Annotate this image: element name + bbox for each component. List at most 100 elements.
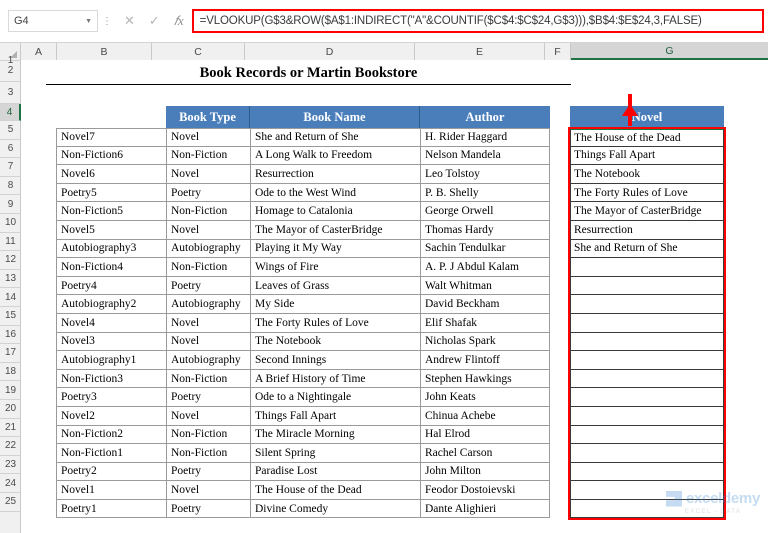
cell-author[interactable]: Andrew Flintoff [420,351,550,370]
cell-book-name[interactable]: The House of the Dead [250,481,420,500]
table-row[interactable]: Novel7 Novel She and Return of She H. Rider… [56,128,550,147]
row-header-14[interactable]: 14 [0,288,21,307]
result-cell[interactable] [570,499,724,519]
table-row[interactable]: Poetry4 Poetry Leaves of Grass Walt Whitman [56,276,550,296]
cell-book-key[interactable]: Novel3 [56,332,166,352]
table-row[interactable]: Poetry1 Poetry Divine Comedy Dante Alighier… [56,499,550,519]
cell-author[interactable]: Leo Tolstoy [420,165,550,184]
result-cell[interactable] [570,425,724,445]
column-header-d[interactable]: D [245,43,415,60]
cell-book-name[interactable]: Leaves of Grass [250,276,420,296]
row-header-20[interactable]: 20 [0,400,21,419]
cell-book-key[interactable]: Non-Fiction3 [56,369,166,389]
cell-book-name[interactable]: She and Return of She [250,128,420,147]
cell-author[interactable]: Rachel Carson [420,444,550,463]
cell-book-name[interactable]: Silent Spring [250,444,420,463]
cell-book-key[interactable]: Novel7 [56,128,166,147]
result-cell[interactable] [570,481,724,500]
cell-author[interactable]: Chinua Achebe [420,406,550,426]
result-cell[interactable] [570,369,724,389]
cell-book-type[interactable]: Autobiography [166,351,250,370]
cell-book-type[interactable]: Non-Fiction [166,202,250,221]
table-row[interactable]: Non-Fiction5 Non-Fiction Homage to Catalon… [56,202,550,221]
more-options-icon[interactable]: ⋮ [100,16,114,26]
cell-book-type[interactable]: Non-Fiction [166,258,250,277]
row-header-19[interactable]: 19 [0,381,21,400]
cell-book-name[interactable]: The Mayor of CasterBridge [250,220,420,240]
cell-book-key[interactable]: Poetry1 [56,499,166,519]
cell-book-type[interactable]: Non-Fiction [166,444,250,463]
result-cell[interactable]: The Mayor of CasterBridge [570,202,724,221]
result-cell[interactable] [570,276,724,296]
cell-book-type[interactable]: Non-Fiction [166,425,250,445]
formula-input[interactable]: =VLOOKUP(G$3&ROW($A$1:INDIRECT("A"&COUNT… [191,9,764,33]
result-cell[interactable]: She and Return of She [570,239,724,259]
cell-book-key[interactable]: Non-Fiction1 [56,444,166,463]
result-cell[interactable] [570,351,724,370]
check-icon[interactable]: ✓ [149,13,160,29]
row-header-9[interactable]: 9 [0,195,21,214]
table-row[interactable]: Autobiography3 Autobiography Playing it My… [56,239,550,259]
cell-book-name[interactable]: Resurrection [250,165,420,184]
row-header-5[interactable]: 5 [0,121,21,140]
cell-book-type[interactable]: Poetry [166,276,250,296]
table-row[interactable]: Non-Fiction3 Non-Fiction A Brief History o… [56,369,550,389]
row-header-8[interactable]: 8 [0,177,21,196]
cell-book-key[interactable]: Novel6 [56,165,166,184]
table-row[interactable]: Novel2 Novel Things Fall Apart Chinua Acheb… [56,406,550,426]
cell-book-name[interactable]: The Notebook [250,332,420,352]
chevron-down-icon[interactable]: ▼ [85,18,92,25]
result-cell[interactable] [570,295,724,314]
cell-book-type[interactable]: Novel [166,313,250,333]
cell-book-key[interactable]: Poetry4 [56,276,166,296]
cell-book-type[interactable]: Autobiography [166,295,250,314]
cell-book-name[interactable]: My Side [250,295,420,314]
cell-book-key[interactable]: Autobiography3 [56,239,166,259]
result-cell[interactable] [570,332,724,352]
row-header-7[interactable]: 7 [0,158,21,177]
cell-book-name[interactable]: A Long Walk to Freedom [250,146,420,166]
table-row[interactable]: Non-Fiction4 Non-Fiction Wings of Fire A. P… [56,258,550,277]
cell-author[interactable]: Stephen Hawkings [420,369,550,389]
table-row[interactable]: Novel3 Novel The Notebook Nicholas Spark [56,332,550,352]
column-header-b[interactable]: B [57,43,152,60]
row-header-16[interactable]: 16 [0,326,21,345]
table-row[interactable]: Novel1 Novel The House of the Dead Feodor D… [56,481,550,500]
cell-book-type[interactable]: Poetry [166,499,250,519]
cell-book-type[interactable]: Novel [166,220,250,240]
result-cell[interactable]: Resurrection [570,220,724,240]
row-header-11[interactable]: 11 [0,233,21,252]
result-cell[interactable]: The House of the Dead [570,128,724,147]
cell-book-name[interactable]: Wings of Fire [250,258,420,277]
result-cell[interactable]: The Forty Rules of Love [570,183,724,203]
cell-author[interactable]: George Orwell [420,202,550,221]
cell-book-key[interactable]: Poetry3 [56,388,166,407]
row-header-23[interactable]: 23 [0,456,21,475]
cell-author[interactable]: Elif Shafak [420,313,550,333]
column-header-e[interactable]: E [415,43,545,60]
cell-book-name[interactable]: Divine Comedy [250,499,420,519]
table-row[interactable]: Novel5 Novel The Mayor of CasterBridge Thom… [56,220,550,240]
cell-book-type[interactable]: Novel [166,128,250,147]
cell-author[interactable]: Nicholas Spark [420,332,550,352]
row-header-22[interactable]: 22 [0,437,21,456]
fx-icon[interactable]: 𝑓x [174,13,184,29]
column-header-f[interactable]: F [545,43,571,60]
cell-book-type[interactable]: Novel [166,481,250,500]
cell-book-name[interactable]: Things Fall Apart [250,406,420,426]
column-header-a[interactable]: A [21,43,57,60]
cell-book-name[interactable]: Ode to a Nightingale [250,388,420,407]
cell-book-key[interactable]: Novel5 [56,220,166,240]
table-row[interactable]: Poetry5 Poetry Ode to the West Wind P. B. S… [56,183,550,203]
name-box[interactable]: G4 ▼ [8,10,98,32]
result-cell[interactable] [570,258,724,277]
row-header-13[interactable]: 13 [0,270,21,289]
row-header-2[interactable]: 2 [0,60,21,82]
cell-book-type[interactable]: Non-Fiction [166,369,250,389]
row-header-4[interactable]: 4 [0,104,21,121]
cell-book-name[interactable]: Paradise Lost [250,462,420,482]
table-row[interactable]: Novel4 Novel The Forty Rules of Love Elif S… [56,313,550,333]
table-row[interactable]: Non-Fiction6 Non-Fiction A Long Walk to Fr… [56,146,550,166]
result-cell[interactable] [570,406,724,426]
cell-author[interactable]: P. B. Shelly [420,183,550,203]
